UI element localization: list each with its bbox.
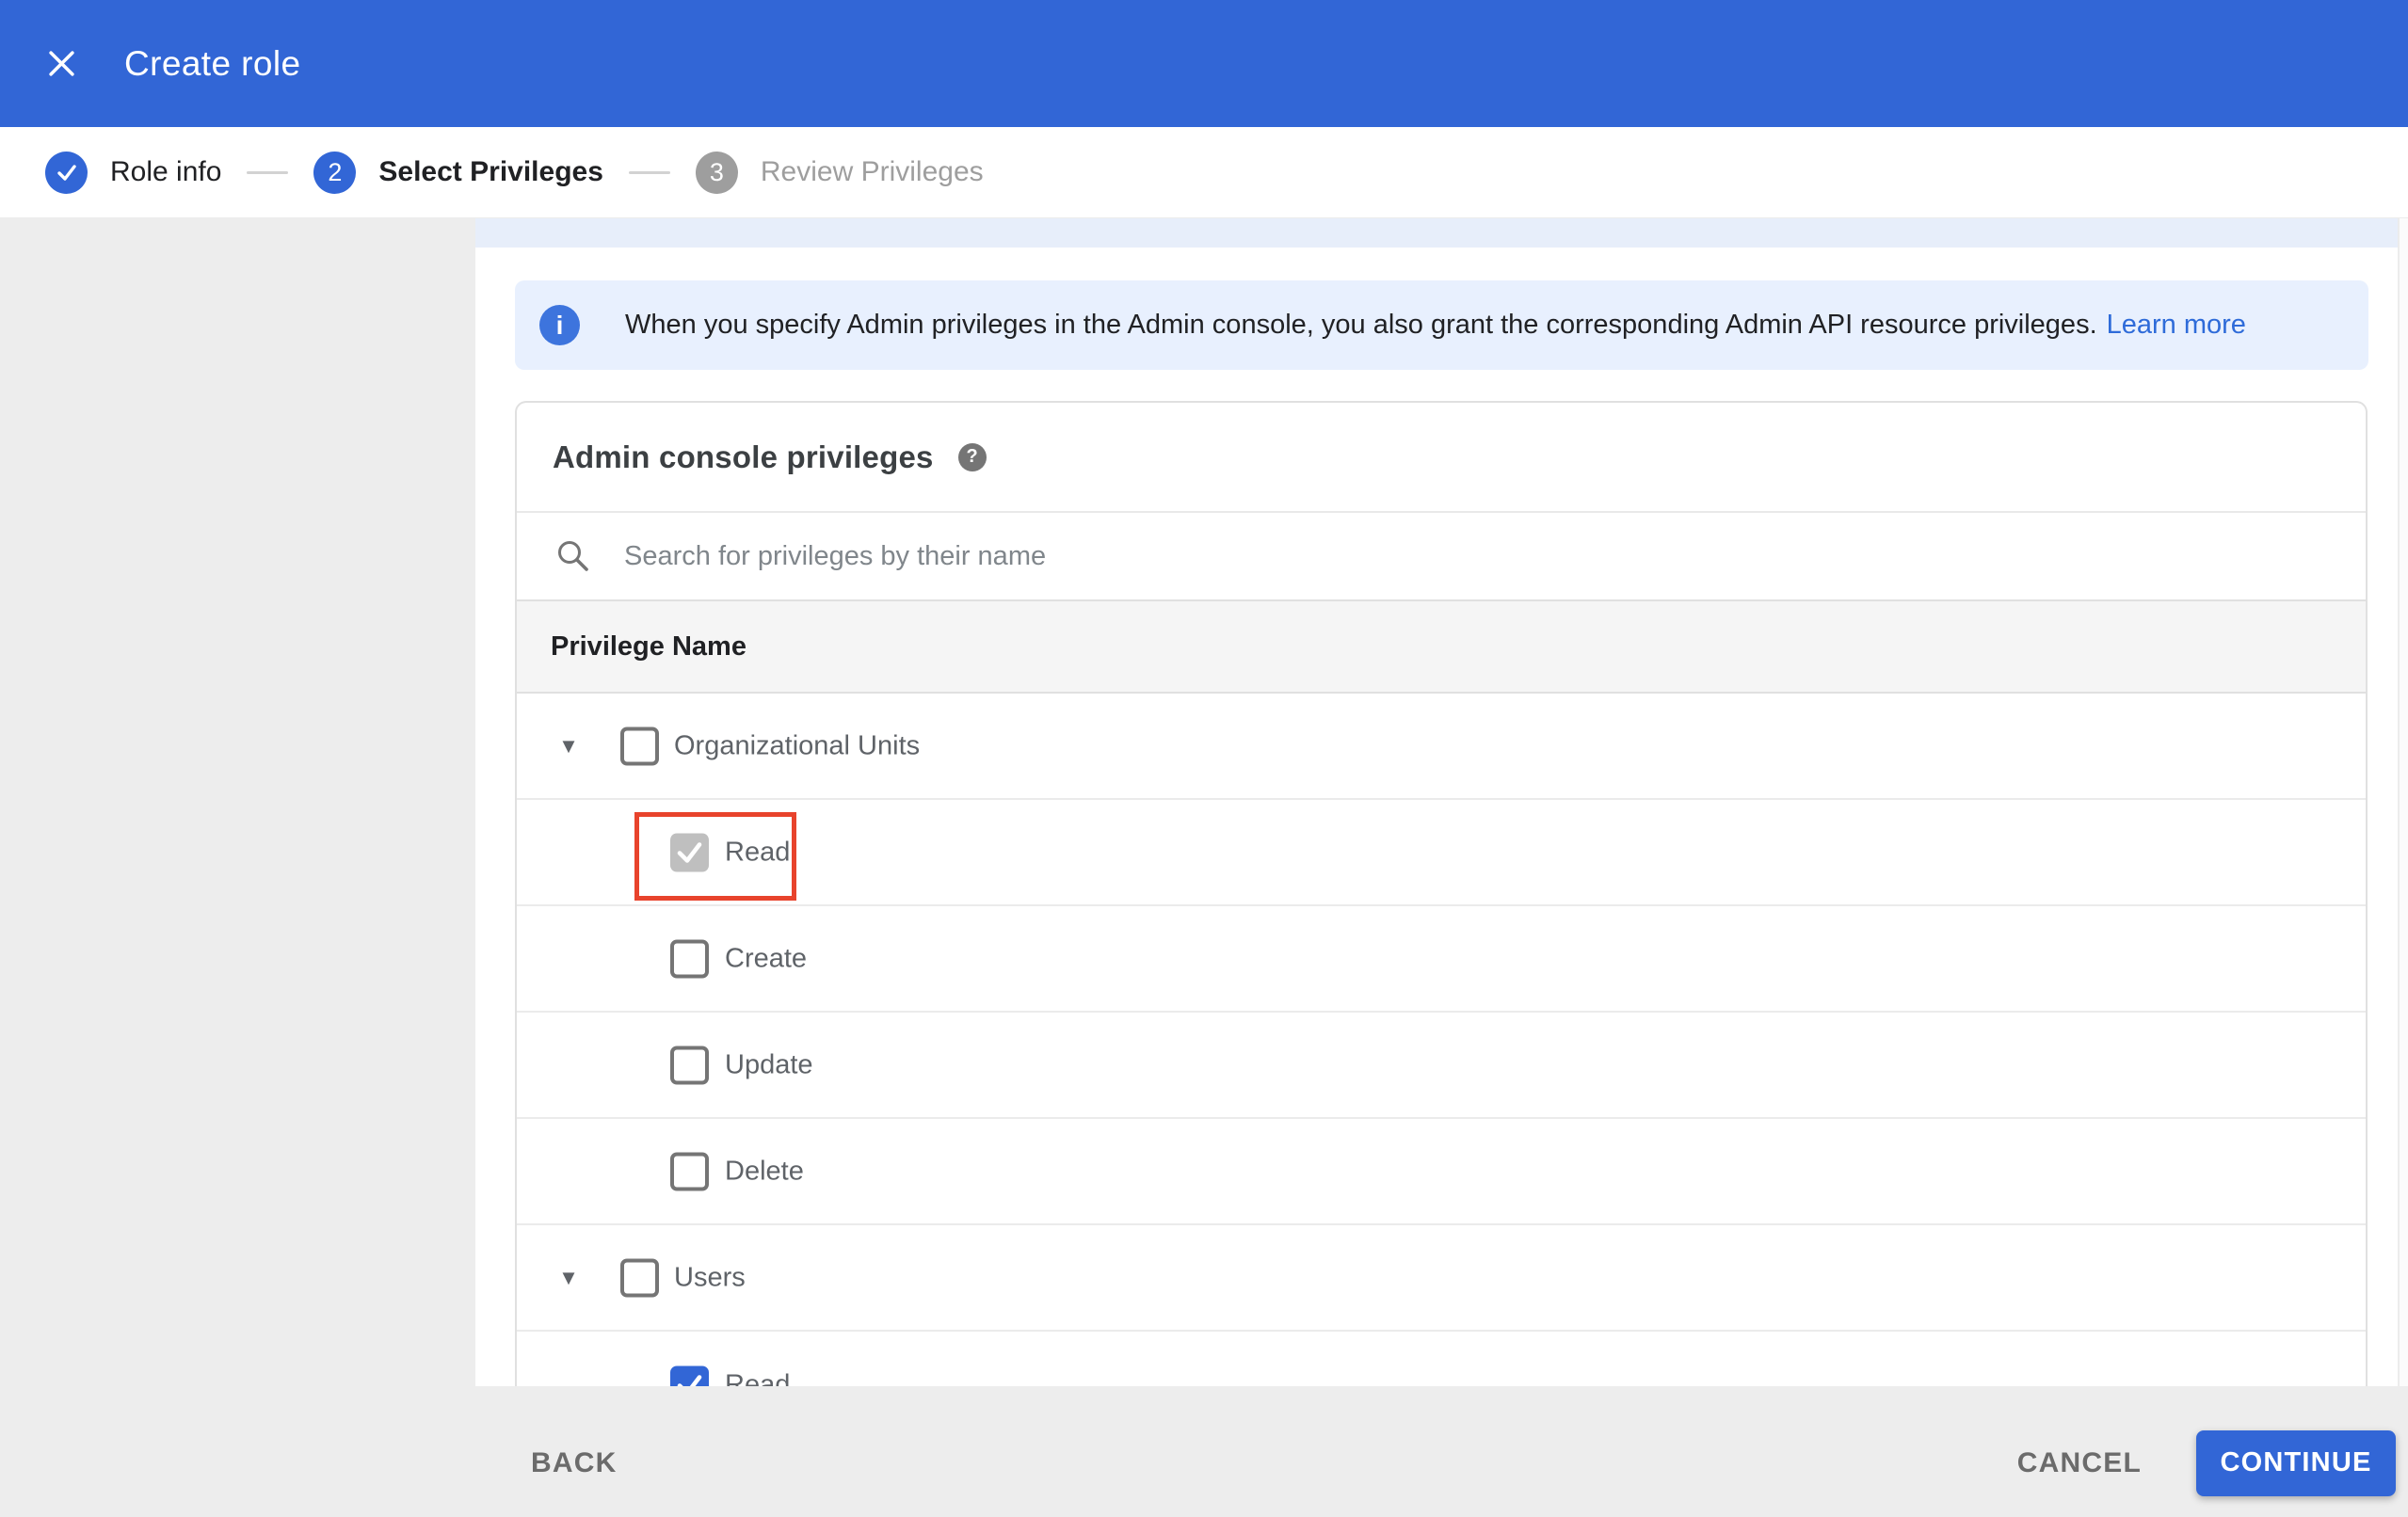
checkbox-users[interactable] [620,1258,659,1297]
close-x-glyph [48,51,74,76]
collapse-triangle-icon[interactable]: ▼ [554,1266,583,1290]
card-title-row: Admin console privileges ? [517,403,2366,511]
checkbox-read-disabled[interactable] [670,833,709,871]
scrollbar[interactable] [2398,218,2408,1386]
table-row: Delete [517,1119,2366,1225]
table-column-header: Privilege Name [517,599,2366,694]
privilege-label: Delete [725,1156,804,1186]
privilege-label: Read [725,837,791,867]
back-button[interactable]: BACK [525,1446,622,1480]
table-row: ▼ Users [517,1225,2366,1332]
step-label: Select Privileges [378,156,603,187]
help-icon[interactable]: ? [957,442,987,471]
dialog-body: i When you specify Admin privileges in t… [0,218,2408,1386]
checkbox-delete[interactable] [670,1152,709,1190]
search-input[interactable] [622,539,2038,573]
checkbox-update[interactable] [670,1046,709,1084]
left-gutter-panel [0,218,475,1386]
step-select-privileges[interactable]: 2 Select Privileges [313,151,603,194]
table-row: Read [517,1332,2366,1386]
banner-message: When you specify Admin privileges in the… [625,310,2097,340]
privilege-label: Read [725,1369,791,1386]
step-label: Role info [110,156,222,187]
info-icon: i [539,305,580,345]
step-done-check-icon [45,151,88,194]
step-connector [247,170,289,174]
create-role-dialog: Create role Role info 2 Select Privilege… [0,0,2408,1517]
checkbox-create[interactable] [670,939,709,978]
table-row: Create [517,906,2366,1013]
info-banner: i When you specify Admin privileges in t… [515,280,2368,370]
column-header-label: Privilege Name [551,631,746,662]
card-title: Admin console privileges [553,439,934,474]
content-area: i When you specify Admin privileges in t… [475,218,2408,1386]
continue-button[interactable]: CONTINUE [2196,1429,2396,1496]
check-icon [677,841,702,863]
checkbox-read-users[interactable] [670,1365,709,1386]
page-title: Create role [124,43,301,83]
checkbox-organizational-units[interactable] [620,727,659,765]
step-connector [628,170,670,174]
scrolled-element-remnant [475,218,2398,248]
privilege-label: Update [725,1049,813,1079]
close-icon[interactable] [47,50,75,78]
stepper: Role info 2 Select Privileges 3 Review P… [0,127,2408,218]
step-label: Review Privileges [760,156,984,187]
privileges-card: Admin console privileges ? Privilege Nam… [515,401,2368,1386]
step-review-privileges[interactable]: 3 Review Privileges [695,151,984,194]
banner-text: When you specify Admin privileges in the… [625,310,2246,341]
check-icon [677,1374,702,1386]
table-row: Read [517,800,2366,906]
cancel-button[interactable]: CANCEL [2012,1446,2147,1480]
privilege-label: Organizational Units [674,730,921,760]
dialog-footer: BACK CANCEL CONTINUE [0,1386,2408,1517]
step-number: 3 [695,151,738,194]
table-row: ▼ Organizational Units [517,694,2366,800]
dialog-header: Create role [0,0,2408,127]
privilege-label: Create [725,943,808,973]
step-number: 2 [313,151,357,194]
learn-more-link[interactable]: Learn more [2107,310,2246,340]
search-icon [558,541,588,571]
search-row [517,511,2366,599]
collapse-triangle-icon[interactable]: ▼ [554,734,583,758]
step-role-info[interactable]: Role info [45,151,222,194]
table-row: Update [517,1013,2366,1119]
privilege-label: Users [674,1262,746,1292]
